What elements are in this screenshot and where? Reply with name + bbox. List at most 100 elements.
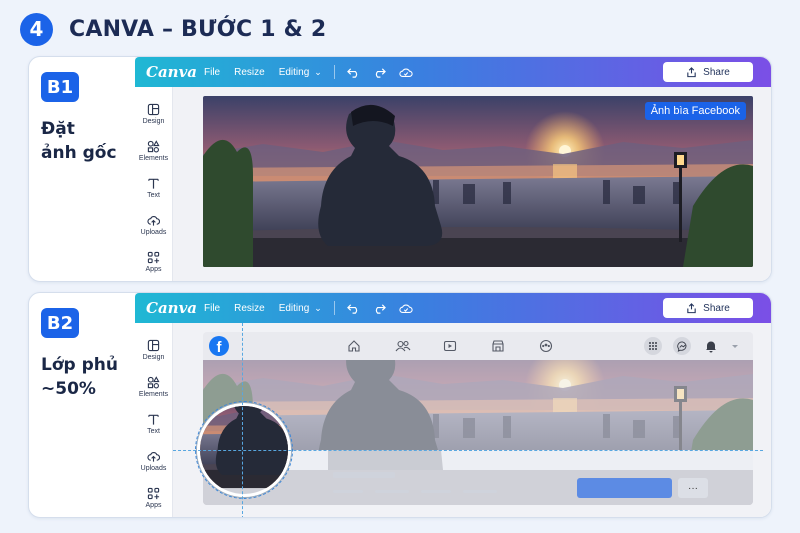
editor-sidebar: Design Elements Text Uploads Apps xyxy=(135,87,173,281)
canva-logo[interactable]: Canva xyxy=(146,63,197,81)
sidebar-item-elements[interactable]: Elements xyxy=(135,368,172,405)
share-label: Share xyxy=(703,66,730,78)
sidebar-item-apps[interactable]: Apps xyxy=(135,243,172,280)
info-placeholder xyxy=(421,490,451,493)
editor-sidebar: Design Elements Text Uploads Apps xyxy=(135,323,173,517)
facebook-logo: f xyxy=(209,336,229,356)
toolbar-divider xyxy=(333,301,335,315)
messenger-icon[interactable] xyxy=(673,337,691,355)
menu-editing-label: Editing xyxy=(278,66,310,78)
sidebar-label: Text xyxy=(147,191,160,199)
canva-editor: Canva File Resize Editing ⌄ Share Design… xyxy=(135,57,771,281)
editor-topbar: Canva File Resize Editing ⌄ Share xyxy=(135,293,771,323)
step-description-line: ~50% xyxy=(41,379,96,399)
share-icon xyxy=(687,302,696,313)
chevron-down-icon[interactable] xyxy=(730,341,740,351)
menu-grid-icon[interactable] xyxy=(644,337,662,355)
friends-icon xyxy=(395,340,411,352)
menu-editing[interactable]: Editing ⌄ xyxy=(279,67,322,78)
sidebar-item-design[interactable]: Design xyxy=(135,95,172,132)
cover-label-tag: Ảnh bìa Facebook xyxy=(644,102,746,120)
step-panel-b2: B2 Lớp phủ ~50% Canva File Resize Editin… xyxy=(28,292,772,518)
sidebar-item-apps[interactable]: Apps xyxy=(135,479,172,516)
step-badge-b1: B1 xyxy=(41,72,79,102)
more-options-button[interactable]: ··· xyxy=(678,478,708,498)
sidebar-label: Elements xyxy=(138,154,169,162)
share-label: Share xyxy=(703,302,730,314)
sidebar-label: Design xyxy=(142,353,165,361)
sidebar-item-design[interactable]: Design xyxy=(135,331,172,368)
canva-logo[interactable]: Canva xyxy=(146,299,197,317)
sidebar-label: Uploads xyxy=(140,464,167,472)
menu-resize[interactable]: Resize xyxy=(234,303,265,314)
canva-editor: Canva File Resize Editing ⌄ Share Design… xyxy=(135,293,771,517)
step-badge-b2: B2 xyxy=(41,308,79,338)
elements-icon xyxy=(147,139,160,152)
chevron-down-icon: ⌄ xyxy=(314,66,322,77)
chevron-down-icon: ⌄ xyxy=(314,302,322,313)
share-button[interactable]: Share xyxy=(663,298,753,318)
redo-icon[interactable] xyxy=(373,65,387,79)
sidebar-label: Apps xyxy=(145,265,162,273)
sidebar-item-elements[interactable]: Elements xyxy=(135,132,172,169)
redo-icon[interactable] xyxy=(373,301,387,315)
marketplace-icon xyxy=(492,340,504,352)
sunset-city-photo xyxy=(203,96,753,267)
apps-icon xyxy=(147,487,160,499)
share-button[interactable]: Share xyxy=(663,62,753,82)
sidebar-label: Elements xyxy=(138,390,169,398)
design-icon xyxy=(147,339,160,351)
facebook-profile-overlay[interactable]: f ··· xyxy=(203,332,753,505)
info-placeholder xyxy=(375,490,409,493)
design-icon xyxy=(147,103,160,115)
uploads-icon xyxy=(147,215,160,226)
editor-topbar: Canva File Resize Editing ⌄ Share xyxy=(135,57,771,87)
video-icon xyxy=(443,340,457,352)
cloud-save-icon[interactable] xyxy=(399,65,413,79)
sidebar-item-uploads[interactable]: Uploads xyxy=(135,206,172,243)
step-description-b1: Đặt ảnh gốc xyxy=(41,117,141,165)
step-panel-b1: B1 Đặt ảnh gốc Canva File Resize Editing… xyxy=(28,56,772,282)
step-header: 4 CANVA – BƯỚC 1 & 2 xyxy=(20,12,326,46)
elements-icon xyxy=(147,375,160,388)
menu-file[interactable]: File xyxy=(204,303,220,314)
undo-icon[interactable] xyxy=(347,301,361,315)
sidebar-item-text[interactable]: Text xyxy=(135,405,172,442)
info-placeholder xyxy=(463,490,497,493)
groups-icon xyxy=(539,339,553,353)
facebook-navbar: f xyxy=(203,332,753,360)
sidebar-label: Text xyxy=(147,427,160,435)
uploads-icon xyxy=(147,451,160,462)
cover-image[interactable]: Ảnh bìa Facebook xyxy=(203,96,753,267)
menu-editing[interactable]: Editing ⌄ xyxy=(279,303,322,314)
profile-action-button[interactable] xyxy=(577,478,672,498)
text-icon xyxy=(148,414,159,425)
share-icon xyxy=(687,66,696,77)
menu-resize[interactable]: Resize xyxy=(234,67,265,78)
apps-icon xyxy=(147,251,160,263)
toolbar-divider xyxy=(333,65,335,79)
sidebar-item-text[interactable]: Text xyxy=(135,169,172,206)
menu-editing-label: Editing xyxy=(278,302,310,314)
name-placeholder xyxy=(333,472,395,478)
design-canvas[interactable]: Ảnh bìa Facebook xyxy=(173,87,771,281)
menu-file[interactable]: File xyxy=(204,67,220,78)
design-canvas[interactable]: f ··· xyxy=(173,323,771,517)
horizontal-guide-line xyxy=(173,450,763,451)
page-title: CANVA – BƯỚC 1 & 2 xyxy=(69,16,327,42)
notifications-icon[interactable] xyxy=(704,339,718,353)
step-description-line: Lớp phủ xyxy=(41,355,118,375)
sidebar-label: Design xyxy=(142,117,165,125)
cloud-save-icon[interactable] xyxy=(399,301,413,315)
text-icon xyxy=(148,178,159,189)
sidebar-label: Apps xyxy=(145,501,162,509)
home-icon xyxy=(348,340,360,352)
sidebar-label: Uploads xyxy=(140,228,167,236)
undo-icon[interactable] xyxy=(347,65,361,79)
step-description-line: ảnh gốc xyxy=(41,143,117,163)
sidebar-item-uploads[interactable]: Uploads xyxy=(135,442,172,479)
vertical-guide-line xyxy=(242,323,243,517)
step-description-b2: Lớp phủ ~50% xyxy=(41,353,141,401)
step-number-badge: 4 xyxy=(20,12,53,46)
step-description-line: Đặt xyxy=(41,119,75,139)
